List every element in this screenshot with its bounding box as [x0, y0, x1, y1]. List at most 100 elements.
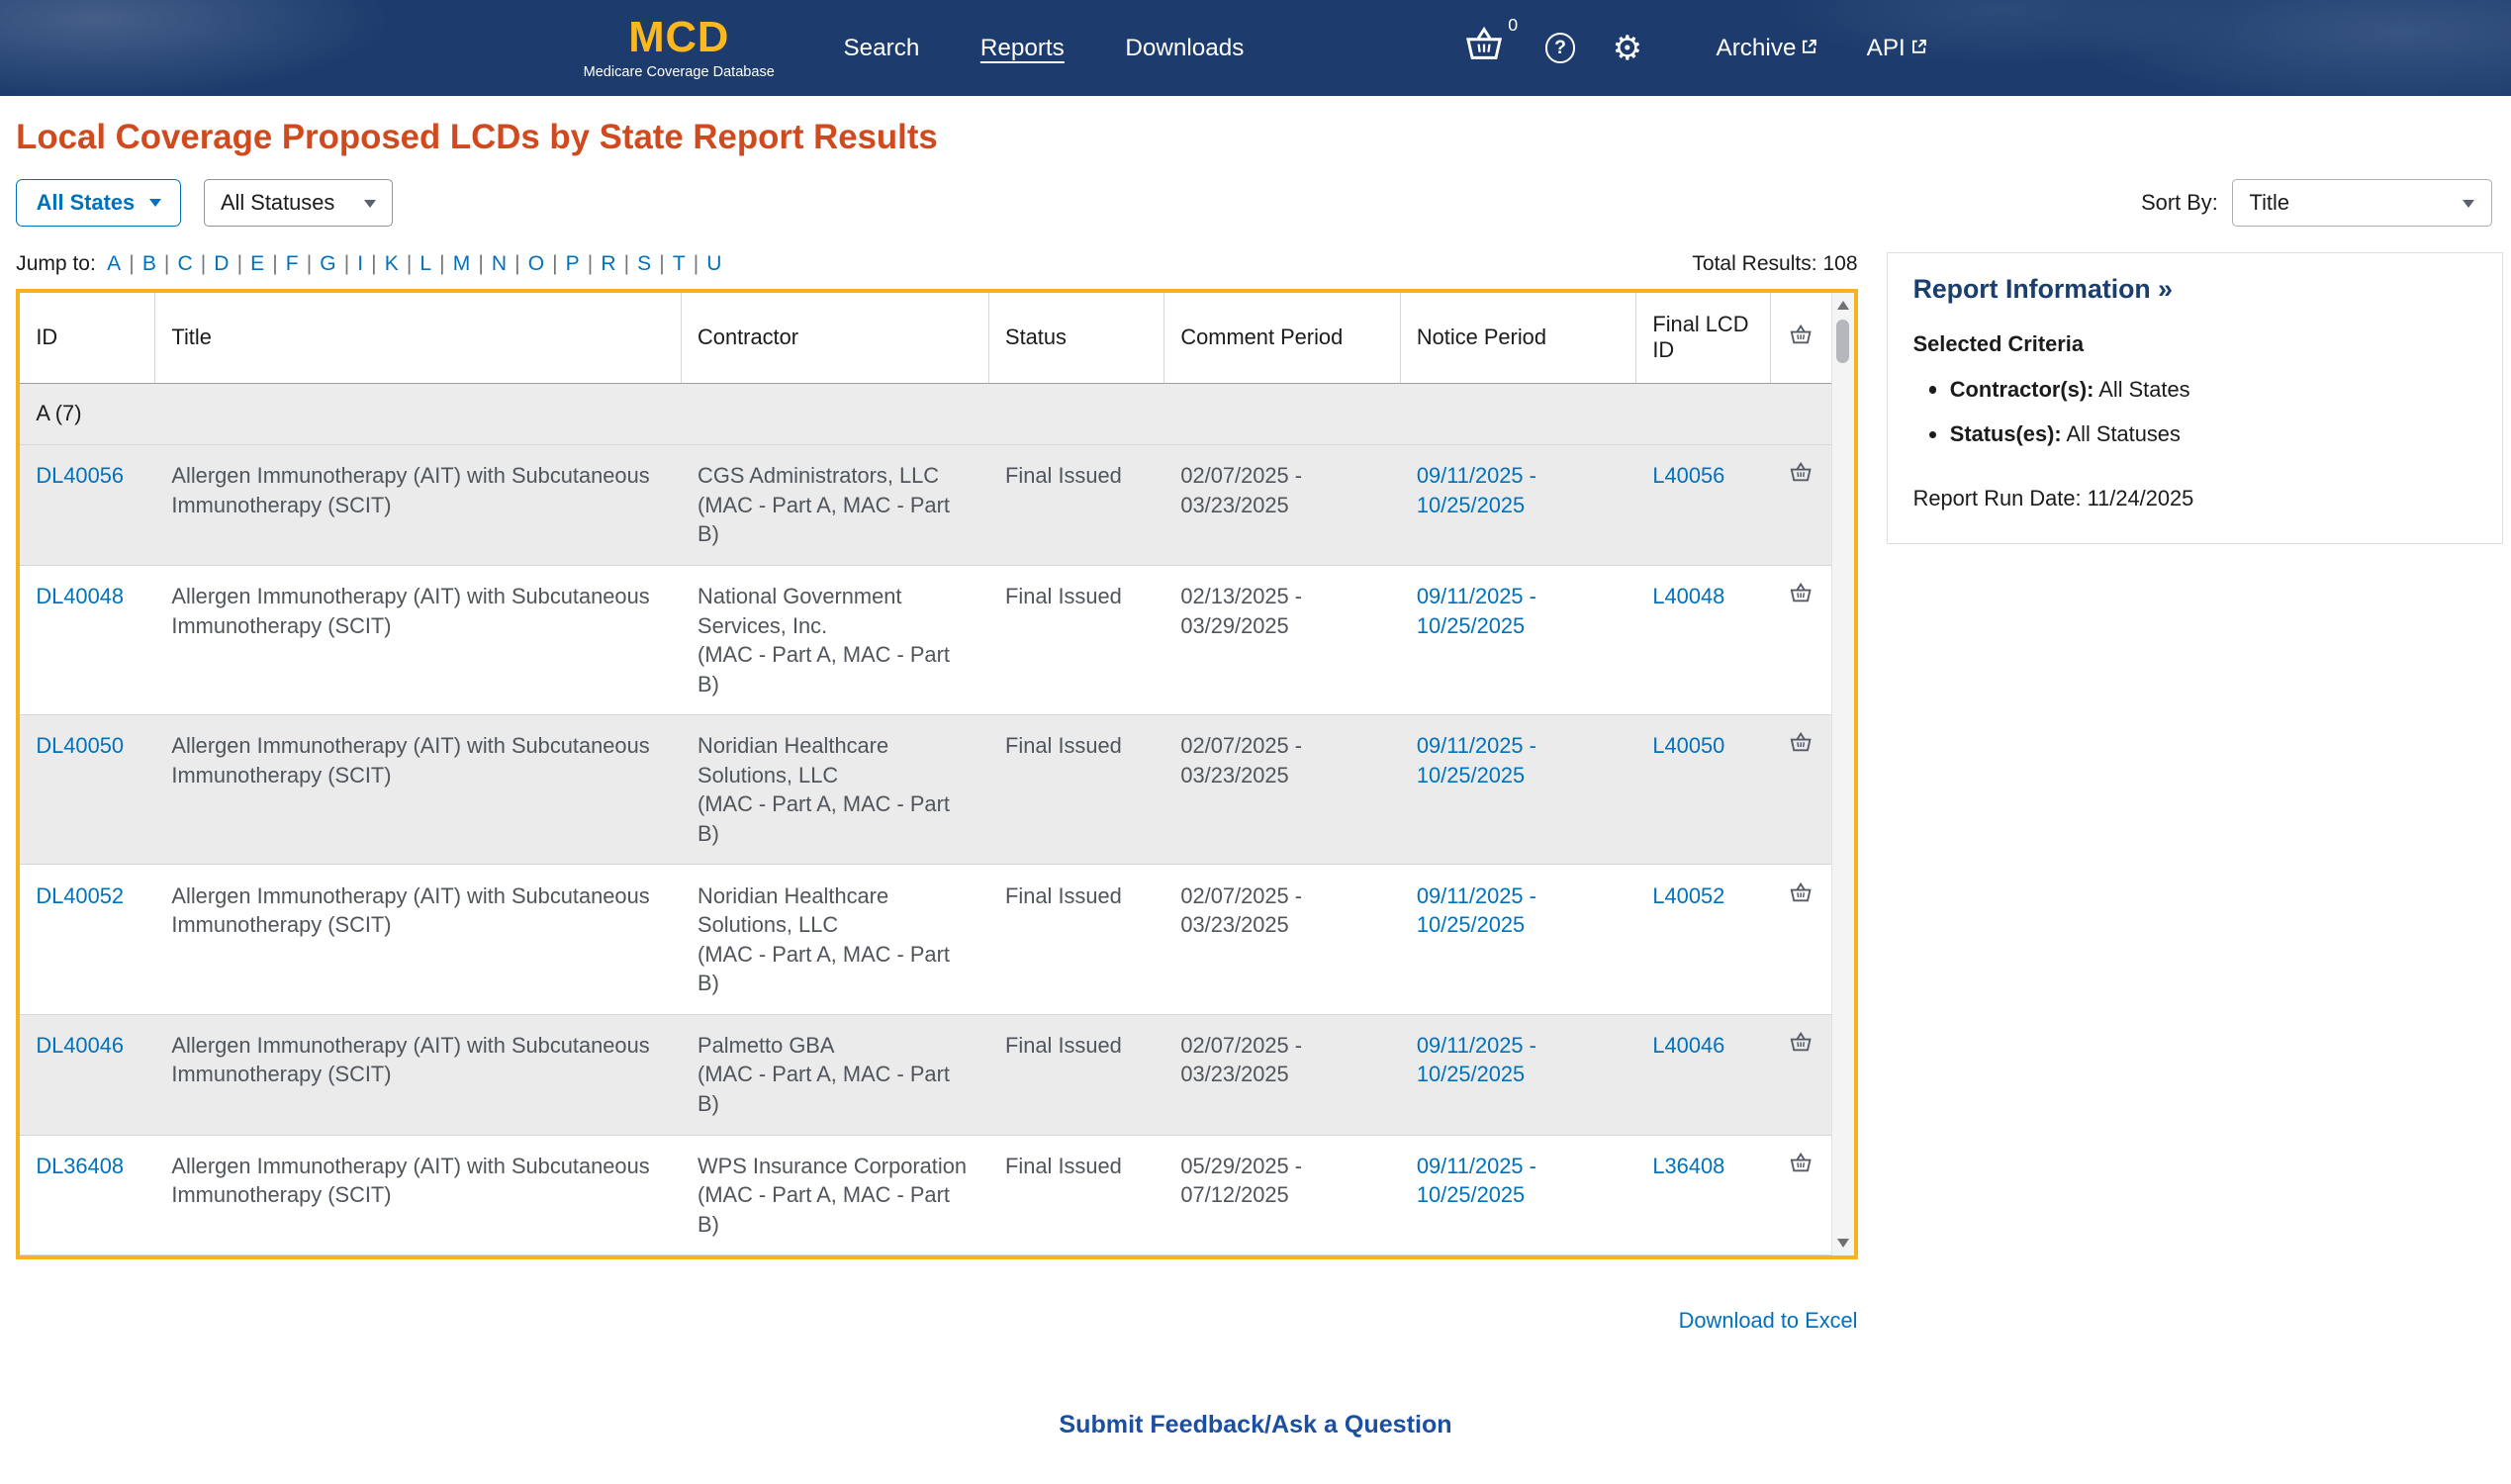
jump-letter-a[interactable]: A	[107, 252, 121, 275]
separator: |	[659, 251, 665, 275]
chevron-down-icon	[2463, 199, 2475, 208]
table-scrollbar[interactable]	[1830, 292, 1854, 1256]
statuses-filter-select[interactable]: All Statuses	[203, 179, 393, 227]
statuses-filter-value: All Statuses	[220, 190, 335, 216]
notice-period-link[interactable]: 09/11/2025 - 10/25/2025	[1417, 883, 1536, 937]
comment-period: 02/07/2025 - 03/23/2025	[1180, 882, 1303, 938]
separator: |	[439, 251, 445, 275]
sort-by-select[interactable]: Title	[2232, 179, 2492, 227]
add-to-basket-icon[interactable]	[1789, 1152, 1813, 1239]
table-row: DL40052 Allergen Immunotherapy (AIT) wit…	[20, 865, 1831, 1015]
api-link[interactable]: API	[1867, 35, 1928, 62]
add-to-basket-icon[interactable]	[1789, 1031, 1813, 1118]
final-lcd-id-link[interactable]: L36408	[1652, 1154, 1724, 1178]
notice-period-link[interactable]: 09/11/2025 - 10/25/2025	[1417, 1154, 1536, 1207]
criteria-item: Status(es): All Statuses	[1928, 421, 2476, 447]
jump-letter-p[interactable]: P	[566, 252, 580, 275]
jump-letter-n[interactable]: N	[492, 252, 507, 275]
final-lcd-id-link[interactable]: L40046	[1652, 1033, 1724, 1058]
jump-letter-t[interactable]: T	[673, 252, 686, 275]
total-results-label: Total Results:	[1692, 251, 1817, 275]
separator: |	[129, 251, 135, 275]
nav-reports[interactable]: Reports	[980, 35, 1065, 62]
help-icon[interactable]: ?	[1544, 33, 1576, 63]
proposed-lcd-id-link[interactable]: DL40050	[36, 733, 124, 758]
jump-letter-u[interactable]: U	[706, 252, 721, 275]
chevron-down-icon	[363, 199, 376, 208]
jump-letter-i[interactable]: I	[357, 252, 363, 275]
table-row: DL40050 Allergen Immunotherapy (AIT) wit…	[20, 715, 1831, 866]
feedback-row: Submit Feedback/Ask a Question	[0, 1411, 2511, 1439]
jump-letter-k[interactable]: K	[385, 252, 399, 275]
notice-period-link[interactable]: 09/11/2025 - 10/25/2025	[1417, 1033, 1536, 1086]
add-to-basket-icon[interactable]	[1789, 582, 1813, 698]
total-results-value: 108	[1822, 251, 1858, 275]
criteria-label: Contractor(s):	[1949, 376, 2094, 402]
nav-downloads[interactable]: Downloads	[1125, 35, 1244, 62]
add-to-basket-icon[interactable]	[1789, 461, 1813, 548]
jump-letter-f[interactable]: F	[286, 252, 299, 275]
scroll-down-arrow-icon[interactable]	[1836, 1239, 1849, 1248]
proposed-lcd-id-link[interactable]: DL36408	[36, 1154, 124, 1178]
table-row: DL40046 Allergen Immunotherapy (AIT) wit…	[20, 1014, 1831, 1136]
scrollbar-thumb[interactable]	[1835, 320, 1849, 363]
comment-period: 02/07/2025 - 03/23/2025	[1180, 1032, 1303, 1087]
contractor-cell: Noridian Healthcare Solutions, LLC (MAC …	[682, 715, 989, 864]
jump-letter-m[interactable]: M	[453, 252, 471, 275]
notice-period-link[interactable]: 09/11/2025 - 10/25/2025	[1417, 463, 1536, 516]
archive-link[interactable]: Archive	[1717, 35, 1819, 62]
lcd-title: Allergen Immunotherapy (AIT) with Subcut…	[171, 733, 650, 788]
criteria-label: Status(es):	[1949, 421, 2062, 447]
proposed-lcd-id-link[interactable]: DL40046	[36, 1033, 124, 1058]
jump-letter-l[interactable]: L	[419, 252, 431, 275]
settings-gear-icon[interactable]: ⚙	[1613, 32, 1642, 65]
final-lcd-id-link[interactable]: L40052	[1652, 883, 1724, 908]
scroll-up-arrow-icon[interactable]	[1836, 301, 1849, 310]
contractor-name: CGS Administrators, LLC	[698, 463, 940, 489]
report-information-heading[interactable]: Report Information »	[1913, 274, 2476, 305]
lcd-title: Allergen Immunotherapy (AIT) with Subcut…	[171, 463, 650, 517]
jump-letter-e[interactable]: E	[250, 252, 264, 275]
states-filter-button[interactable]: All States	[16, 179, 182, 227]
mcd-logo-subtitle: Medicare Coverage Database	[583, 63, 775, 80]
nav-search[interactable]: Search	[843, 35, 919, 62]
jump-letter-c[interactable]: C	[177, 252, 192, 275]
jump-letter-r[interactable]: R	[601, 252, 615, 275]
final-lcd-id-link[interactable]: L40056	[1652, 463, 1724, 488]
download-to-excel-link[interactable]: Download to Excel	[1679, 1308, 1858, 1333]
submit-feedback-link[interactable]: Submit Feedback/Ask a Question	[1059, 1411, 1451, 1438]
separator: |	[406, 251, 413, 275]
separator: |	[693, 251, 699, 275]
status: Final Issued	[1005, 882, 1122, 908]
total-results: Total Results: 108	[1692, 252, 1857, 276]
contractor-cell: CGS Administrators, LLC (MAC - Part A, M…	[682, 445, 989, 565]
mcd-logo[interactable]: MCD Medicare Coverage Database	[584, 16, 775, 80]
jump-letter-b[interactable]: B	[142, 252, 156, 275]
final-lcd-id-link[interactable]: L40050	[1652, 733, 1724, 758]
notice-period-link[interactable]: 09/11/2025 - 10/25/2025	[1417, 733, 1536, 787]
final-lcd-id-link[interactable]: L40048	[1652, 584, 1724, 608]
report-information-panel: Report Information » Selected Criteria C…	[1886, 251, 2503, 545]
proposed-lcd-id-link[interactable]: DL40048	[36, 584, 124, 608]
contractor-name: National Government Services, Inc.	[698, 584, 902, 638]
basket-count-badge: 0	[1508, 15, 1519, 36]
header-tools: 0 ? ⚙ Archive API	[1463, 15, 1928, 69]
notice-period-link[interactable]: 09/11/2025 - 10/25/2025	[1417, 584, 1536, 637]
proposed-lcd-id-link[interactable]: DL40056	[36, 463, 124, 488]
table-header-row: ID Title Contractor Status Comment Perio…	[20, 292, 1854, 384]
jump-letter-d[interactable]: D	[214, 252, 229, 275]
lcd-title: Allergen Immunotherapy (AIT) with Subcut…	[171, 1032, 650, 1087]
separator: |	[200, 251, 207, 275]
states-filter-label: All States	[36, 190, 136, 216]
basket-button[interactable]: 0	[1463, 15, 1518, 69]
separator: |	[514, 251, 520, 275]
page-title: Local Coverage Proposed LCDs by State Re…	[16, 118, 938, 156]
add-to-basket-icon[interactable]	[1789, 881, 1813, 998]
proposed-lcd-id-link[interactable]: DL40052	[36, 883, 124, 908]
jump-letter-g[interactable]: G	[320, 252, 335, 275]
jump-letter-s[interactable]: S	[637, 252, 651, 275]
jump-letter-o[interactable]: O	[528, 252, 544, 275]
contractor-cell: National Government Services, Inc. (MAC …	[682, 566, 989, 714]
add-to-basket-icon[interactable]	[1789, 731, 1813, 848]
status: Final Issued	[1005, 733, 1122, 759]
